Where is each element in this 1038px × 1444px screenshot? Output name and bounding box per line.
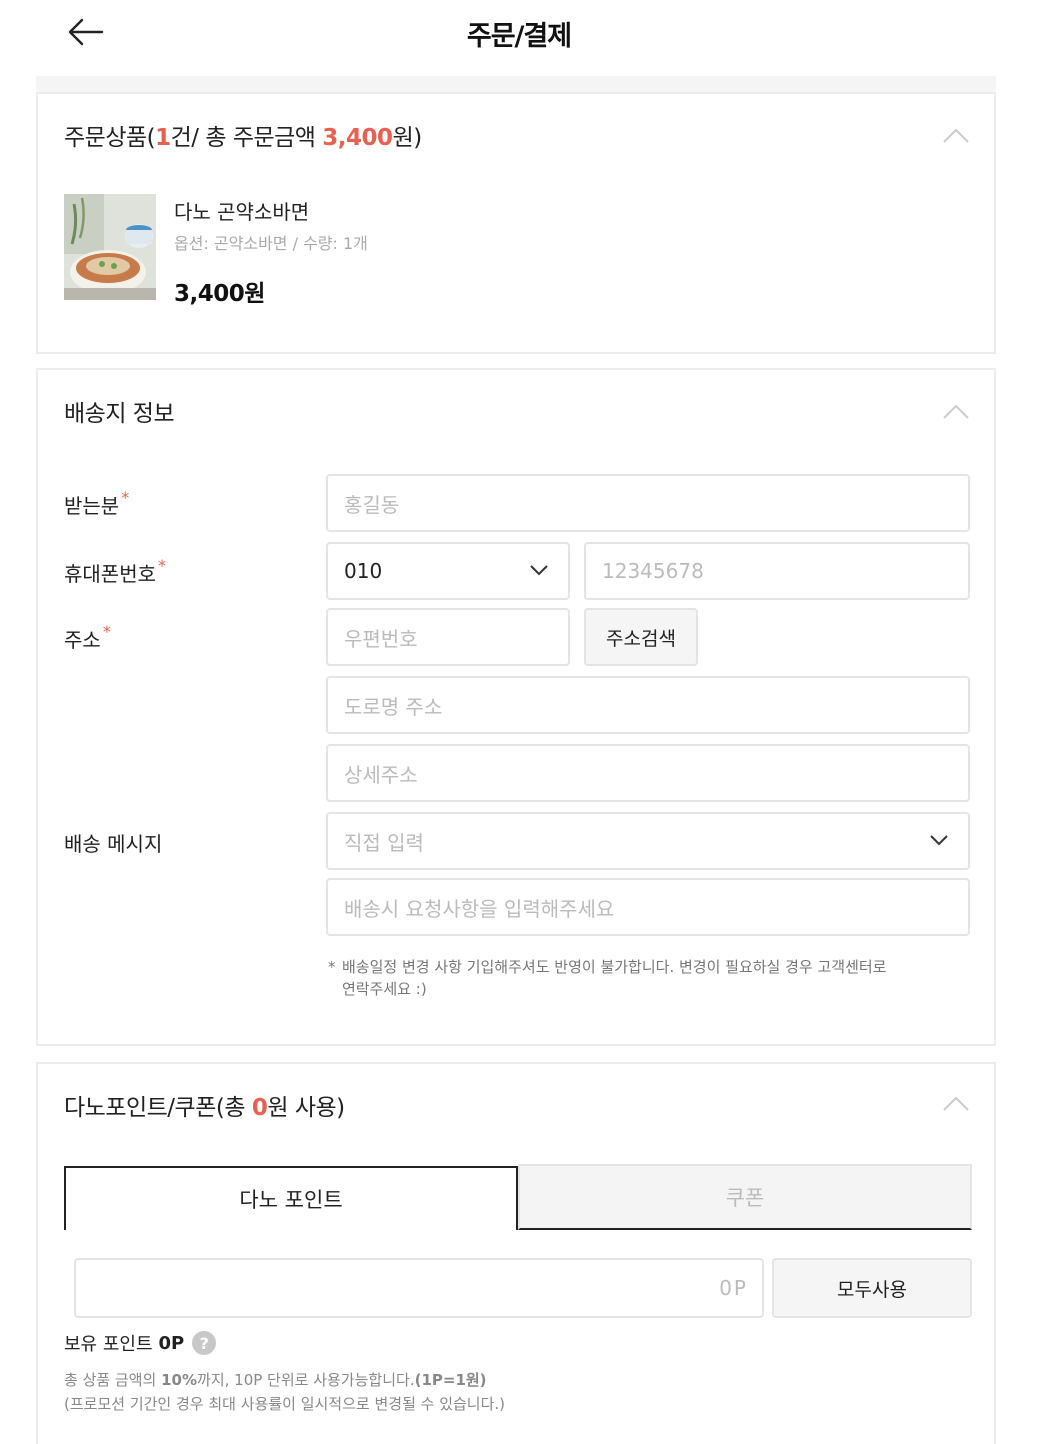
tab-coupon[interactable]: 쿠폰 [518, 1164, 972, 1230]
order-products-title: 주문상품(1건/ 총 주문금액 3,400원) [64, 125, 422, 151]
owned-points-value: 0P [158, 1332, 185, 1354]
points-input[interactable]: 0P [74, 1258, 764, 1318]
shipping-title: 배송지 정보 [64, 401, 175, 427]
chevron-up-icon [943, 1096, 969, 1111]
chevron-down-icon [930, 835, 948, 846]
points-section: 다노포인트/쿠폰(총 0원 사용) 다노 포인트 쿠폰 0P 모두사용 보유 포… [36, 1062, 996, 1444]
receiver-input[interactable]: 홍길동 [326, 474, 970, 532]
receiver-label: 받는분 * [64, 488, 130, 518]
page-title: 주문/결제 [466, 21, 572, 52]
message-select[interactable]: 직접 입력 [326, 812, 970, 870]
message-input[interactable]: 배송시 요청사항을 입력해주세요 [326, 878, 970, 936]
product-price: 3,400원 [174, 281, 265, 307]
zipcode-input[interactable]: 우편번호 [326, 608, 570, 666]
message-label: 배송 메시지 [64, 832, 163, 856]
points-description: 총 상품 금액의 10%까지, 10P 단위로 사용가능합니다.(1P=1원) … [64, 1371, 506, 1413]
product-option: 옵션: 곤약소바면 / 수량: 1개 [174, 234, 368, 253]
required-mark: * [121, 488, 130, 507]
shipping-note: * 배송일정 변경 사항 기입해주셔도 반영이 불가합니다. 변경이 필요하실 … [328, 958, 887, 998]
order-products-section: 주문상품(1건/ 총 주문금액 3,400원) 다노 곤약소바면 옵션: 곤약소… [36, 92, 996, 354]
question-icon[interactable]: ? [192, 1331, 217, 1355]
owned-points: 보유 포인트 0P ? [64, 1330, 217, 1356]
phone-number-input[interactable]: 12345678 [584, 542, 970, 600]
shipping-section: 배송지 정보 받는분 * 홍길동 휴대폰번호 * 010 12345678 주소 * … [36, 368, 996, 1046]
points-used-amount: 0 [251, 1095, 268, 1121]
detail-address-input[interactable]: 상세주소 [326, 744, 970, 802]
chevron-down-icon [530, 565, 548, 576]
use-all-points-button[interactable]: 모두사용 [772, 1258, 972, 1318]
product-image [64, 194, 156, 300]
address-search-button[interactable]: 주소검색 [584, 608, 698, 666]
address-label: 주소 * [64, 622, 111, 652]
collapse-order-products-button[interactable] [942, 126, 970, 144]
tab-dano-points[interactable]: 다노 포인트 [64, 1166, 518, 1230]
collapse-points-button[interactable] [942, 1094, 970, 1112]
road-address-input[interactable]: 도로명 주소 [326, 676, 970, 734]
order-total: 3,400 [322, 125, 393, 151]
product-name: 다노 곤약소바면 [174, 200, 310, 224]
order-count: 1 [155, 125, 171, 151]
chevron-up-icon [943, 404, 969, 419]
collapse-shipping-button[interactable] [942, 402, 970, 420]
phone-prefix-select[interactable]: 010 [326, 542, 570, 600]
header: 주문/결제 [0, 0, 1038, 70]
chevron-up-icon [943, 128, 969, 143]
points-title: 다노포인트/쿠폰(총 0원 사용) [64, 1095, 345, 1121]
section-divider [36, 76, 996, 92]
required-mark: * [102, 622, 111, 641]
required-mark: * [158, 556, 166, 575]
phone-label: 휴대폰번호 * [64, 556, 166, 586]
